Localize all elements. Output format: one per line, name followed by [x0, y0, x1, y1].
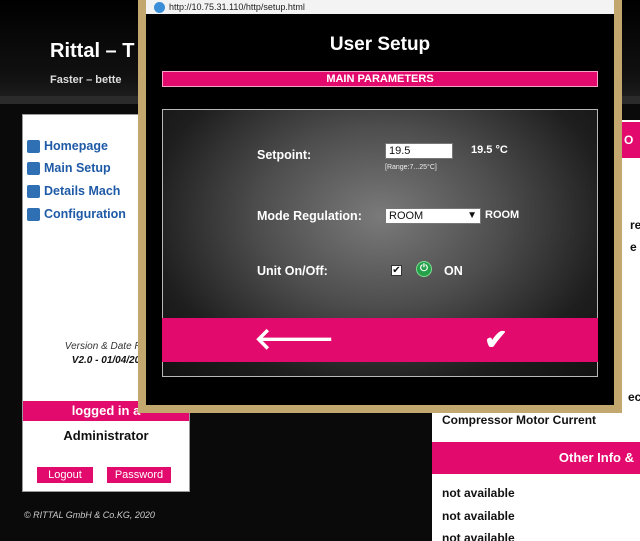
copyright: © RITTAL GmbH & Co.KG, 2020: [24, 510, 155, 520]
text-fragment: ec: [628, 390, 640, 404]
popup-address-bar: http://10.75.31.110/http/setup.html: [146, 0, 614, 14]
dialog-title: User Setup: [329, 34, 431, 55]
config-icon: [27, 207, 40, 221]
sidebar-item-main-setup[interactable]: Main Setup: [27, 161, 111, 175]
browser-icon: [154, 1, 165, 13]
site-title: Rittal – T: [50, 40, 135, 62]
other-info-header: Other Info &: [432, 442, 640, 474]
sidebar-item-details[interactable]: Details Mach: [27, 184, 120, 198]
panel-header-fragment: O: [620, 122, 640, 158]
site-tagline: Faster – bette: [50, 74, 122, 86]
sidebar-item-homepage[interactable]: Homepage: [27, 139, 108, 153]
back-button[interactable]: 🡐: [254, 324, 334, 356]
chevron-down-icon: ▼: [467, 210, 477, 221]
sidebar-item-label: Configuration: [44, 207, 126, 221]
mode-regulation-label: Mode Regulation:: [257, 209, 362, 223]
logout-button[interactable]: Logout: [37, 467, 93, 483]
compressor-current-label: Compressor Motor Current: [442, 413, 597, 427]
setpoint-input[interactable]: 19.5: [385, 143, 453, 159]
unit-onoff-checkbox[interactable]: ✔: [391, 265, 402, 276]
mode-current-value: ROOM: [485, 209, 520, 221]
sidebar-item-label: Main Setup: [44, 161, 111, 175]
setup-icon: [27, 161, 40, 175]
password-button[interactable]: Password: [107, 467, 171, 483]
section-header: MAIN PARAMETERS: [162, 71, 598, 87]
home-icon: [27, 139, 40, 153]
confirm-button[interactable]: ✔: [478, 324, 514, 356]
unit-state: ON: [444, 264, 463, 278]
info-value: not available: [442, 531, 515, 541]
arrow-left-icon: 🡐: [254, 323, 335, 356]
action-bar: 🡐 ✔: [162, 318, 598, 362]
details-icon: [27, 184, 40, 198]
text-fragment: e: [630, 240, 637, 254]
info-value: not available: [442, 486, 515, 500]
mode-selected-value: ROOM: [389, 210, 424, 222]
text-fragment: re: [630, 218, 640, 232]
unit-onoff-label: Unit On/Off:: [257, 264, 328, 278]
setpoint-display: 19.5 °C: [471, 144, 508, 156]
sidebar-item-label: Details Mach: [44, 184, 121, 198]
sidebar-item-configuration[interactable]: Configuration: [27, 207, 126, 221]
user-name: Administrator: [63, 428, 149, 443]
popup-url: http://10.75.31.110/http/setup.html: [169, 2, 305, 12]
setpoint-label: Setpoint:: [257, 148, 312, 162]
power-icon: ⏻: [416, 261, 432, 277]
checkmark-icon: ✔: [484, 324, 508, 355]
setpoint-range-hint: [Range:7...25°C]: [385, 164, 437, 171]
mode-regulation-select[interactable]: ROOM ▼: [385, 208, 481, 224]
sidebar-item-label: Homepage: [44, 139, 108, 153]
info-value: not available: [442, 509, 515, 523]
user-setup-dialog: User Setup MAIN PARAMETERS Setpoint: 19.…: [146, 14, 614, 405]
